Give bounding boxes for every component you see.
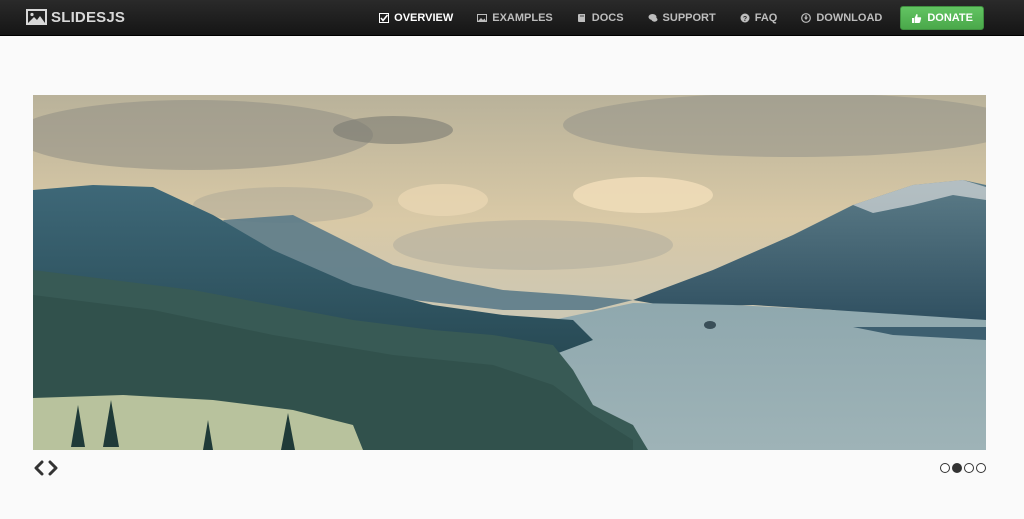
nav-label: DOWNLOAD [816, 12, 883, 24]
nav-faq[interactable]: ? FAQ [728, 0, 790, 36]
nav-label: DOCS [591, 12, 624, 24]
pagination-dot-4[interactable] [976, 463, 986, 473]
question-icon: ? [740, 13, 750, 23]
brand-name: SLIDESJS [51, 8, 126, 26]
slideshow-image[interactable] [33, 95, 986, 450]
thumbs-up-icon [912, 13, 922, 23]
donate-label: DONATE [927, 12, 973, 24]
nav-support[interactable]: SUPPORT [636, 0, 728, 36]
pagination-dot-3[interactable] [964, 463, 974, 473]
brand-logo[interactable]: SLIDESJS [26, 7, 125, 27]
slide-pagination [940, 463, 986, 473]
nav-examples[interactable]: EXAMPLES [465, 0, 565, 36]
nav-label: OVERVIEW [394, 12, 454, 24]
nav-download[interactable]: DOWNLOAD [789, 0, 894, 36]
nav-label: EXAMPLES [492, 12, 553, 24]
previous-arrow-icon[interactable] [32, 460, 46, 476]
svg-text:?: ? [743, 16, 747, 23]
download-icon [801, 13, 812, 23]
next-arrow-icon[interactable] [46, 460, 60, 476]
check-icon [379, 13, 390, 23]
chat-icon [648, 14, 658, 22]
book-icon [577, 14, 585, 22]
nav-overview[interactable]: OVERVIEW [367, 0, 465, 36]
donate-button[interactable]: DONATE [900, 6, 984, 30]
main-nav: OVERVIEW EXAMPLES DOCS SUPPORT ? FAQ DOW… [367, 0, 984, 36]
pagination-dot-1[interactable] [940, 463, 950, 473]
pagination-dot-2[interactable] [952, 463, 962, 473]
landscape-image [33, 95, 986, 450]
nav-label: SUPPORT [662, 12, 716, 24]
top-navbar: SLIDESJS OVERVIEW EXAMPLES DOCS SUPPORT … [0, 0, 1024, 36]
nav-label: FAQ [754, 12, 778, 24]
image-icon [477, 14, 488, 22]
image-icon [26, 9, 47, 25]
nav-docs[interactable]: DOCS [565, 0, 636, 36]
